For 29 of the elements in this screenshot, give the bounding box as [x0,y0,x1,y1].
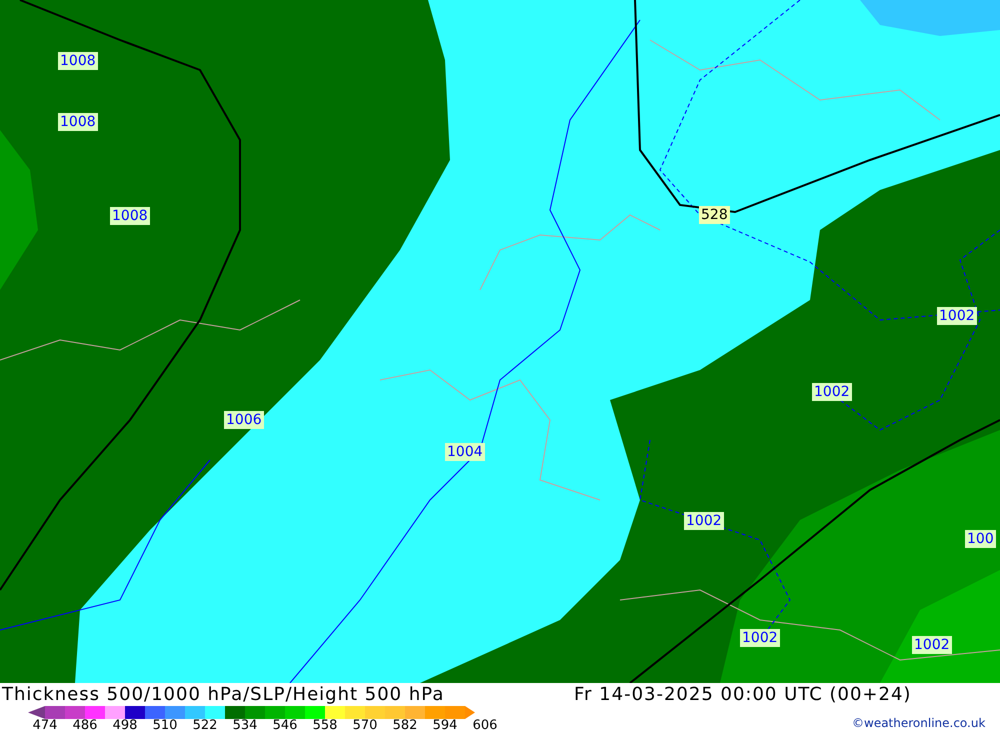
isoline-label: 1008 [58,113,98,131]
scale-tick-label: 534 [232,718,258,733]
scale-tick-label: 474 [32,718,58,733]
isoline-label: 1006 [224,411,264,429]
credit-link[interactable]: ©weatheronline.co.uk [852,716,986,731]
scale-tick-label: 558 [312,718,338,733]
scale-tick-label: 510 [152,718,178,733]
scale-tick-label: 498 [112,718,138,733]
isoline-label: 528 [699,206,730,224]
valid-time: Fr 14-03-2025 00:00 UTC (00+24) [574,684,912,706]
right-arrow-icon [465,706,475,719]
isoline-label: 1008 [58,52,98,70]
scale-tick-label: 486 [72,718,98,733]
scale-tick-label: 522 [192,718,218,733]
scale-tick-label: 546 [272,718,298,733]
isoline-label: 1004 [445,443,485,461]
isoline-label: 1002 [937,307,977,325]
left-arrow-icon [28,706,45,719]
scale-tick-label: 570 [352,718,378,733]
scale-tick-label: 606 [472,718,498,733]
isoline-label: 1002 [912,636,952,654]
isoline-label: 100 [965,530,996,548]
isoline-label: 1002 [684,512,724,530]
scale-tick-label: 594 [432,718,458,733]
isoline-label: 1002 [812,383,852,401]
isoline-label: 1008 [110,207,150,225]
isoline-label: 1002 [740,629,780,647]
map-title: Thickness 500/1000 hPa/SLP/Height 500 hPa [2,684,444,706]
scale-tick-label: 582 [392,718,418,733]
